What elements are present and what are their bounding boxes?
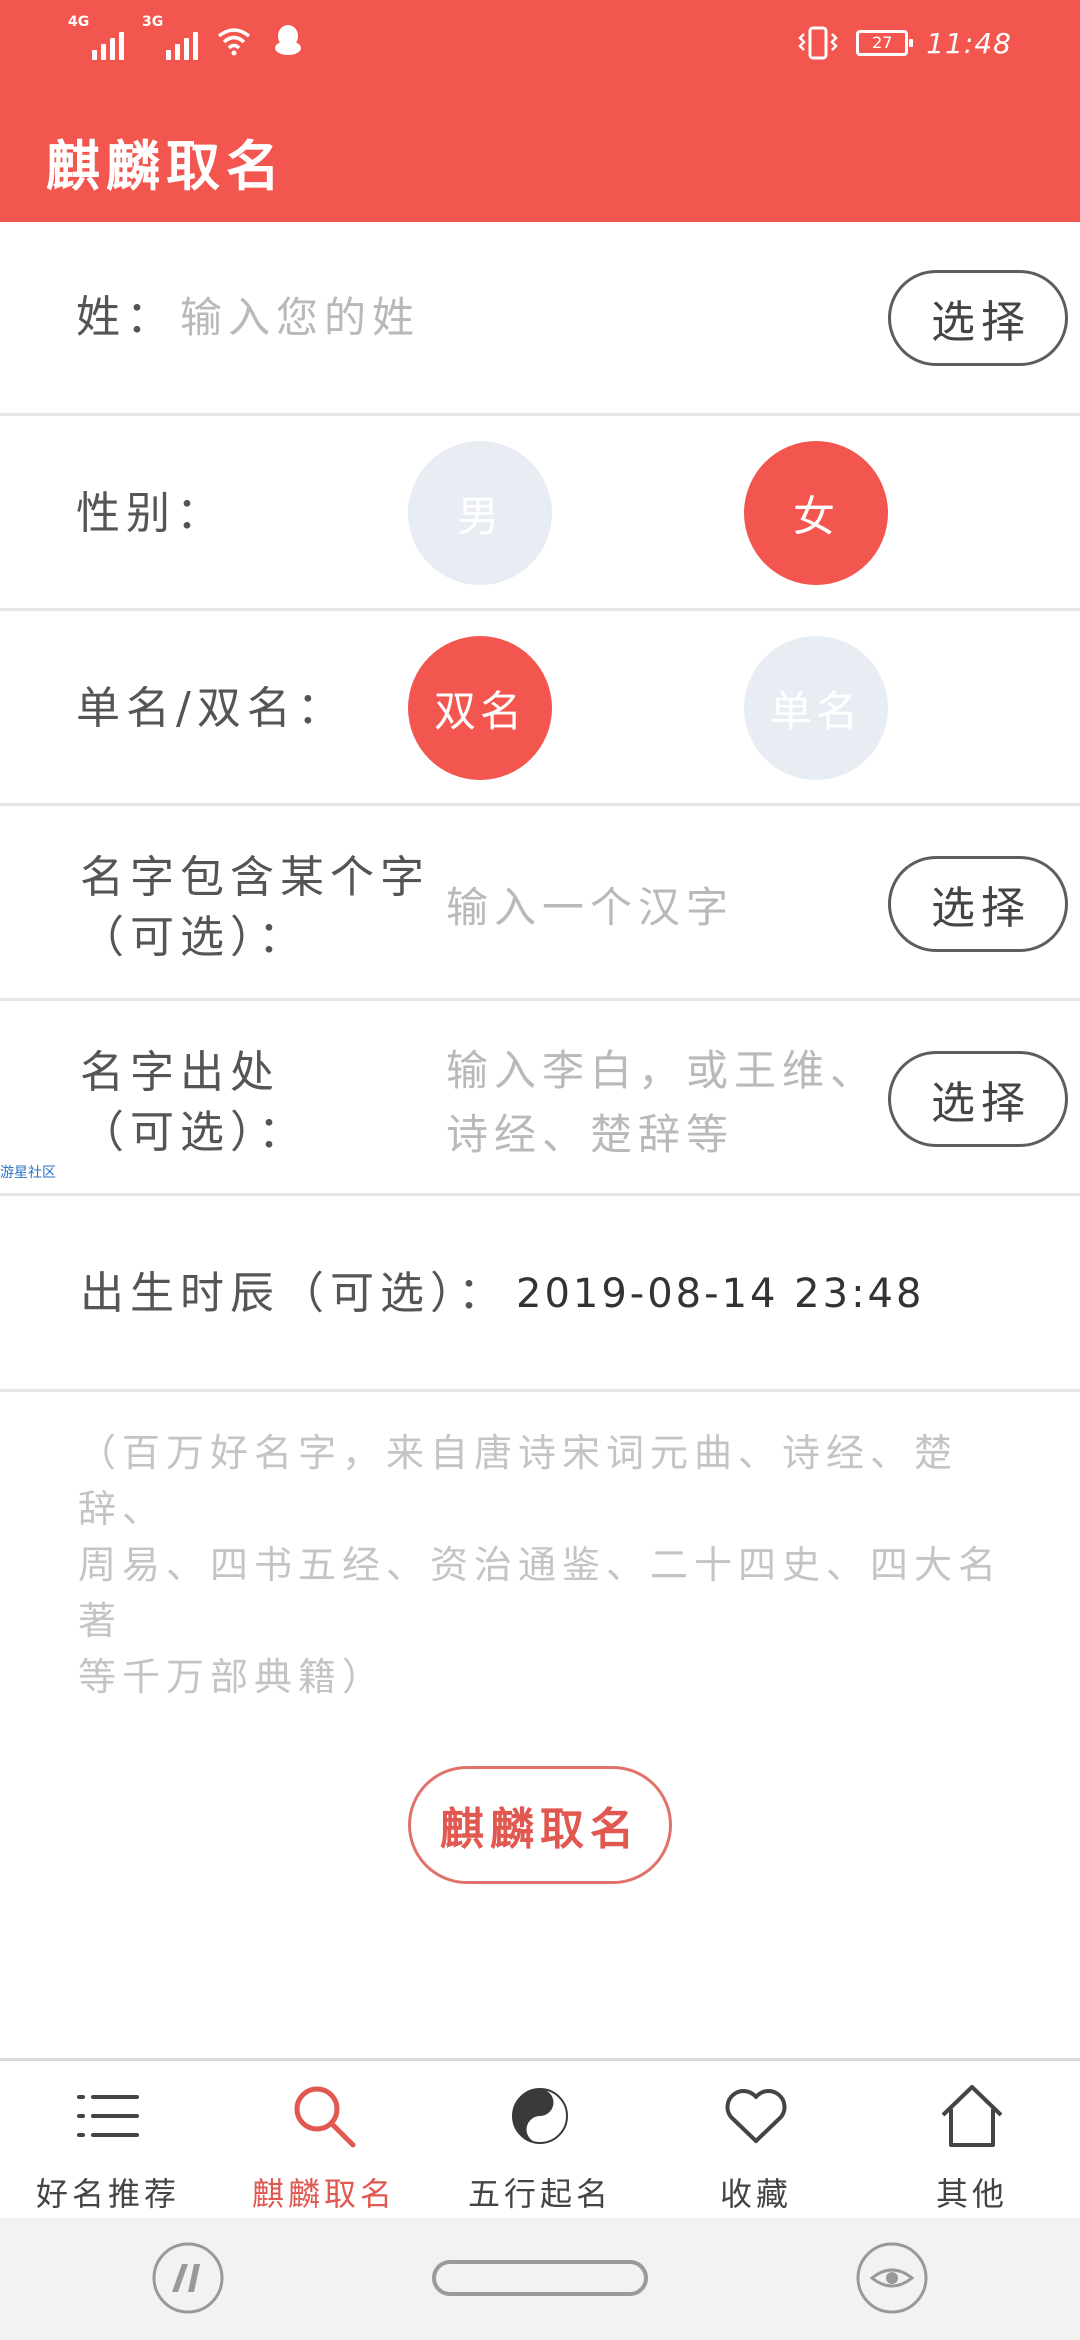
contains-char-input[interactable]: 输入一个汉字 xyxy=(446,876,734,940)
status-bar: 4G 3G 27 11:48 xyxy=(0,0,1080,90)
source-label-2: （可选）： xyxy=(80,1107,308,1158)
tab-recommended-label: 好名推荐 xyxy=(35,2175,180,2213)
battery-icon: 27 xyxy=(856,30,914,56)
gender-row: 性别： 男 女 xyxy=(0,416,1080,611)
surname-label: 姓： xyxy=(76,292,176,343)
bottom-tab-bar: 好名推荐 麒麟取名 五行起名 收藏 其他 xyxy=(0,2058,1080,2221)
source-input[interactable]: 输入李白，或王维、 诗经、楚辞等 xyxy=(446,1039,878,1167)
eye-icon[interactable] xyxy=(854,2240,930,2316)
list-icon xyxy=(77,2095,139,2137)
source-note: （百万好名字，来自唐诗宋词元曲、诗经、楚辞、 周易、四书五经、资治通鉴、二十四史… xyxy=(78,1425,1008,1705)
contains-char-label-1: 名字包含某个字 xyxy=(80,852,430,903)
tab-others[interactable]: 其他 xyxy=(864,2081,1080,2215)
tab-five-elements[interactable]: 五行起名 xyxy=(432,2081,648,2215)
birth-time-row[interactable]: 出生时辰（可选）： 2019-08-14 23:48 xyxy=(0,1196,1080,1392)
generate-name-button[interactable]: 麒麟取名 xyxy=(408,1766,672,1884)
qq-icon xyxy=(275,25,301,55)
heart-icon xyxy=(725,2089,787,2143)
source-select-button[interactable]: 选择 xyxy=(888,1051,1068,1147)
tab-favorites[interactable]: 收藏 xyxy=(648,2081,864,2215)
page-title: 麒麟取名 xyxy=(46,135,286,198)
contains-char-label-2: （可选）： xyxy=(80,912,308,963)
surname-select-button[interactable]: 选择 xyxy=(888,270,1068,366)
battery-level: 27 xyxy=(872,33,893,52)
tab-five-elements-label: 五行起名 xyxy=(467,2175,612,2213)
contains-char-select-button[interactable]: 选择 xyxy=(888,856,1068,952)
signal-4g-label: 4G xyxy=(68,14,90,30)
status-left: 4G 3G xyxy=(68,14,306,60)
name-length-row: 单名/双名： 双名 单名 xyxy=(0,611,1080,806)
single-name-button[interactable]: 单名 xyxy=(744,636,888,780)
gender-label: 性别： xyxy=(76,488,226,539)
vibrate-icon xyxy=(798,26,839,60)
source-note-line-3: 等千万部典籍） xyxy=(78,1655,387,1699)
home-gesture-bar[interactable] xyxy=(432,2260,648,2296)
surname-row: 姓： 输入您的姓 选择 xyxy=(0,222,1080,416)
watermark-text: 游星社区 xyxy=(0,1165,56,1181)
name-length-label: 单名/双名： xyxy=(76,683,347,734)
birth-time-value[interactable]: 2019-08-14 23:48 xyxy=(516,1260,924,1328)
yin-yang-icon xyxy=(512,2088,568,2144)
source-placeholder-2: 诗经、楚辞等 xyxy=(446,1110,735,1159)
status-right: 27 11:48 xyxy=(798,26,1012,60)
home-icon xyxy=(941,2085,1003,2147)
signal-3g-icon: 3G xyxy=(142,14,198,60)
source-note-line-2: 周易、四书五经、资治通鉴、二十四史、四大名著 xyxy=(78,1543,1003,1643)
double-name-button[interactable]: 双名 xyxy=(408,636,552,780)
gender-female-button[interactable]: 女 xyxy=(744,441,888,585)
surname-input[interactable]: 输入您的姓 xyxy=(180,286,420,350)
tab-qilin-naming[interactable]: 麒麟取名 xyxy=(216,2081,432,2215)
birth-time-label: 出生时辰（可选）： xyxy=(80,1268,508,1319)
gender-male-button[interactable]: 男 xyxy=(408,441,552,585)
source-note-line-1: （百万好名字，来自唐诗宋词元曲、诗经、楚辞、 xyxy=(78,1431,959,1531)
tab-others-label: 其他 xyxy=(935,2175,1008,2213)
search-icon xyxy=(294,2086,356,2148)
app-logo-icon[interactable] xyxy=(150,2240,226,2316)
source-row: 名字出处 （可选）： 输入李白，或王维、 诗经、楚辞等 选择 xyxy=(0,1001,1080,1196)
source-placeholder-1: 输入李白，或王维、 xyxy=(446,1046,879,1095)
clock: 11:48 xyxy=(926,26,1012,60)
tab-recommended[interactable]: 好名推荐 xyxy=(0,2081,216,2215)
source-label-1: 名字出处 xyxy=(80,1047,280,1098)
wifi-icon xyxy=(217,28,251,56)
tab-qilin-naming-label: 麒麟取名 xyxy=(251,2175,396,2213)
tab-favorites-label: 收藏 xyxy=(719,2175,792,2213)
signal-3g-label: 3G xyxy=(142,14,164,30)
contains-char-row: 名字包含某个字 （可选）： 输入一个汉字 选择 xyxy=(0,806,1080,1001)
system-nav-bar xyxy=(0,2218,1080,2340)
signal-4g-icon: 4G xyxy=(68,14,124,60)
